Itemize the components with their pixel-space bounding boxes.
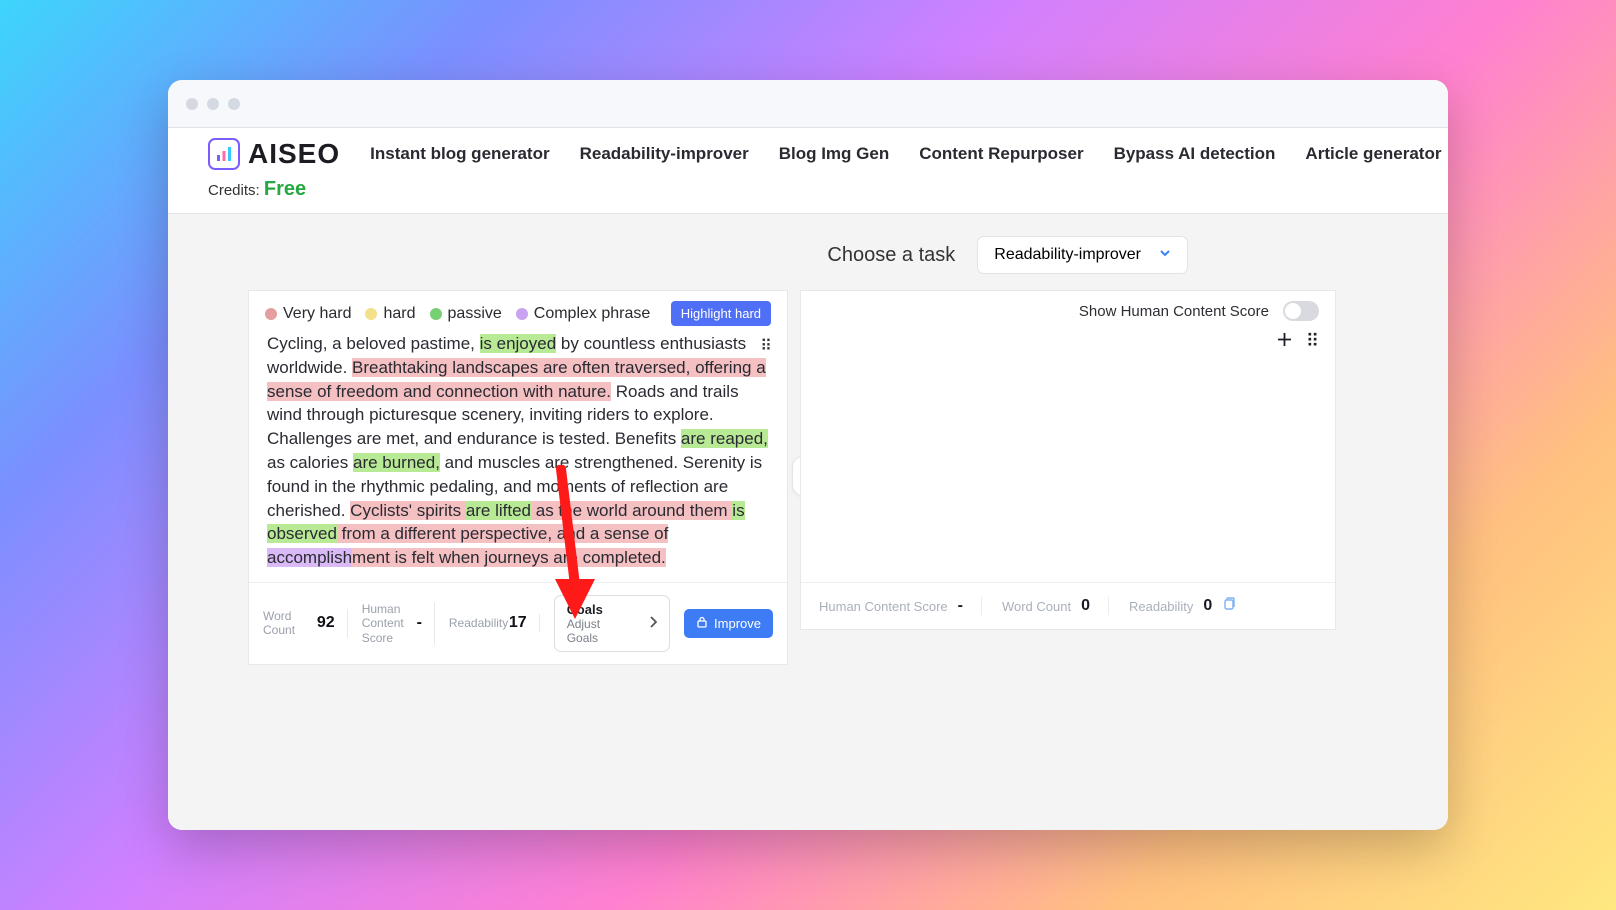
drag-handle-icon[interactable]: ⠿ [760, 336, 773, 358]
legend-veryhard: Very hard [265, 305, 351, 323]
credits-indicator: Credits: Free [208, 178, 1408, 201]
editor-panel: Very hard hard passive Complex phrase [248, 290, 788, 665]
window-dot-min[interactable] [207, 98, 219, 110]
nav-content-repurposer[interactable]: Content Repurposer [919, 144, 1083, 164]
nav-article-generator[interactable]: Article generator [1305, 144, 1441, 164]
task-selected: Readability-improver [994, 246, 1141, 264]
credits-value: Free [264, 178, 306, 200]
output-metrics: Human Content Score - Word Count 0 Reada… [801, 582, 1335, 629]
task-label: Choose a task [827, 244, 955, 267]
legend-complex: Complex phrase [516, 305, 651, 323]
readability-legend: Very hard hard passive Complex phrase [249, 291, 787, 332]
brand-name: AISEO [248, 138, 340, 170]
window-dot-close[interactable] [186, 98, 198, 110]
improve-button[interactable]: Improve [684, 609, 773, 638]
editor-metrics: Word Count 92 Human Content Score - Read… [249, 582, 787, 664]
brand-logo[interactable]: AISEO [208, 138, 340, 170]
nav-blog-img-gen[interactable]: Blog Img Gen [779, 144, 890, 164]
highlight-hard-button[interactable]: Highlight hard [671, 301, 771, 326]
text-segment[interactable]: is enjoyed [480, 334, 557, 353]
text-segment[interactable]: ment is felt when journeys are completed… [352, 548, 666, 567]
metric-readability: Readability 17 [449, 614, 540, 632]
out-metric-readability: Readability 0 [1129, 597, 1254, 615]
output-panel: Show Human Content Score ⠿ Human Content… [800, 290, 1336, 630]
window-dot-max[interactable] [228, 98, 240, 110]
credits-label: Credits: [208, 182, 260, 199]
text-segment[interactable]: accomplish [267, 548, 352, 567]
goals-button[interactable]: Goals Adjust Goals [554, 595, 670, 652]
show-hcs-toggle[interactable] [1283, 301, 1319, 321]
text-segment[interactable]: as calories [267, 453, 353, 472]
text-segment[interactable]: are burned, [353, 453, 440, 472]
drag-handle-icon[interactable]: ⠿ [1306, 331, 1319, 352]
metric-hcs: Human Content Score - [362, 602, 435, 645]
add-icon[interactable] [1277, 331, 1292, 352]
chevron-down-icon [1159, 246, 1171, 264]
output-body[interactable] [801, 360, 1335, 582]
text-segment[interactable]: are reaped, [681, 429, 768, 448]
lock-icon [696, 616, 708, 631]
legend-passive: passive [430, 305, 502, 323]
text-segment[interactable]: are lifted [466, 501, 531, 520]
chevron-right-icon [649, 616, 657, 631]
nav-readability-improver[interactable]: Readability-improver [580, 144, 749, 164]
window-titlebar [168, 80, 1448, 128]
text-segment[interactable]: Cyclists' spirits [350, 501, 466, 520]
nav-instant-blog[interactable]: Instant blog generator [370, 144, 549, 164]
text-segment[interactable]: Cycling, a beloved pastime, [267, 334, 480, 353]
text-segment[interactable]: as the world around them [531, 501, 732, 520]
task-dropdown[interactable]: Readability-improver [977, 236, 1188, 274]
out-metric-wordcount: Word Count 0 [1002, 597, 1109, 615]
legend-dot-complex [516, 308, 528, 320]
metric-wordcount: Word Count 92 [263, 609, 348, 638]
output-panel-header: Show Human Content Score [801, 291, 1335, 331]
app-window: AISEO Instant blog generator Readability… [168, 80, 1448, 830]
legend-dot-hard [365, 308, 377, 320]
legend-dot-passive [430, 308, 442, 320]
show-hcs-label: Show Human Content Score [1079, 303, 1269, 320]
nav-bypass-ai[interactable]: Bypass AI detection [1114, 144, 1276, 164]
editor-text[interactable]: ⠿ Cycling, a beloved pastime, is enjoyed… [249, 332, 787, 582]
task-bar: Choose a task Readability-improver [248, 236, 1368, 274]
brand-logo-icon [208, 138, 240, 170]
legend-dot-veryhard [265, 308, 277, 320]
legend-hard: hard [365, 305, 415, 323]
top-nav: AISEO Instant blog generator Readability… [168, 128, 1448, 214]
out-metric-hcs: Human Content Score - [819, 597, 982, 615]
workspace: Choose a task Readability-improver Very … [168, 214, 1448, 830]
text-segment[interactable]: from a different perspective, and a sens… [337, 524, 668, 543]
copy-icon[interactable] [1222, 597, 1236, 615]
